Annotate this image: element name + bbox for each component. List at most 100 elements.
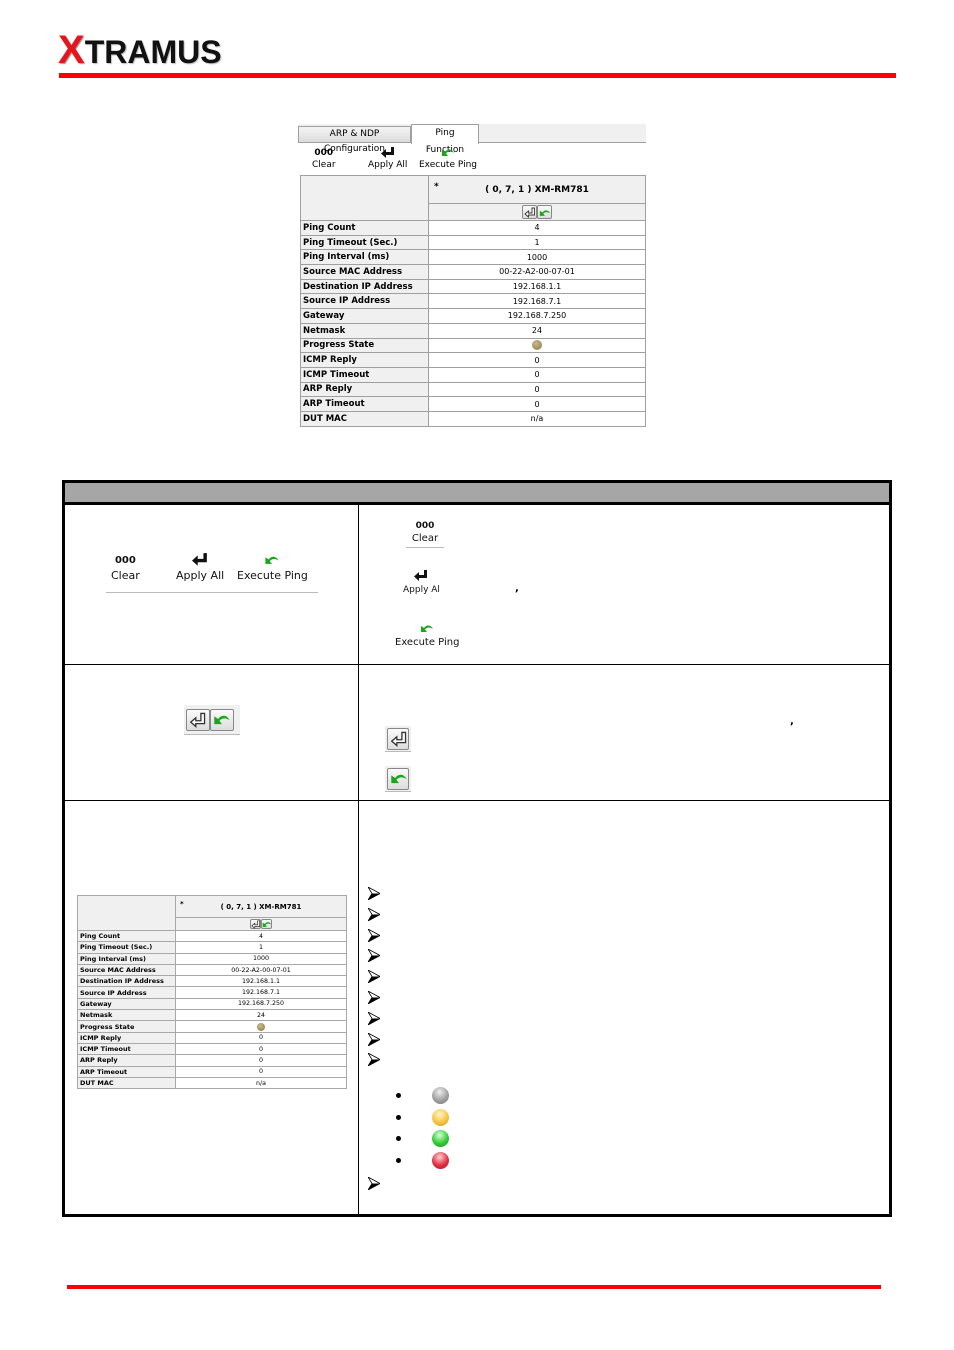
description-row-device-buttons: , — [65, 665, 889, 801]
apply-all-button[interactable]: Apply All — [368, 147, 407, 171]
row-value: 192.168.1.1 — [175, 975, 347, 988]
header-rule — [59, 73, 896, 78]
table-row: Gateway 192.168.7.250 — [300, 308, 646, 324]
tab-bar: ARP & NDP Configuration Ping Function — [298, 124, 646, 155]
logo-text: TRAMUS — [84, 34, 222, 70]
row-key: Destination IP Address — [300, 278, 429, 295]
footer-rule — [67, 1285, 881, 1289]
row-right-cell: 000 Clear Apply Al , Execute Ping — [360, 505, 889, 664]
apply-all-label: Apply Al — [403, 585, 440, 595]
table-row: Source IP Address 192.168.7.1 — [300, 293, 646, 310]
row-value: 0 — [175, 1065, 347, 1078]
execute-device-button[interactable] — [537, 205, 552, 219]
table-row: DUT MAC n/a — [300, 410, 646, 427]
description-row-toolbar: 000 Clear Apply All Execute Ping 000 Cle… — [65, 505, 889, 665]
clear-icon: 000 — [314, 148, 334, 158]
row-key: DUT MAC — [300, 410, 429, 427]
execute-ping-label: Execute Ping — [395, 637, 460, 648]
table-row: Source MAC Address 00-22-A2-00-07-01 — [77, 963, 347, 977]
table-row: Ping Count 4 — [300, 220, 646, 236]
source-mac-field[interactable]: 00-22-A2-00-07-01 — [428, 264, 646, 280]
row-key: ICMP Reply — [300, 352, 429, 368]
table-row: ICMP Reply 0 — [300, 352, 646, 368]
execute-ping-button[interactable]: Execute Ping — [419, 147, 477, 171]
apply-device-button[interactable] — [522, 205, 537, 219]
settings-table-illustration: * ( 0, 7, 1 ) XM-RM781 Ping Count 4 Ping… — [77, 895, 347, 1090]
apply-device-button[interactable] — [250, 919, 261, 929]
row-key: Ping Count — [300, 220, 429, 236]
row-left-cell — [65, 665, 359, 800]
progress-state-cell — [428, 337, 646, 354]
table-row: Destination IP Address 192.168.1.1 — [300, 278, 646, 295]
arrow-bullet-icon — [368, 990, 380, 1004]
green-status-ball-icon — [432, 1130, 449, 1147]
tab-arp-ndp-configuration[interactable]: ARP & NDP Configuration — [298, 126, 411, 154]
table-corner — [300, 175, 429, 221]
table-row: ICMP Timeout 0 — [77, 1042, 347, 1056]
row-value: 00-22-A2-00-07-01 — [175, 963, 347, 977]
ping-settings-table: * ( 0, 7, 1 ) XM-RM781 Ping Count 4 Ping … — [300, 175, 646, 427]
arrow-bullet-icon — [368, 970, 380, 984]
destination-ip-field[interactable]: 192.168.1.1 — [428, 278, 646, 295]
table-row: ARP Timeout 0 — [300, 396, 646, 412]
table-row: Ping Count 4 — [77, 929, 347, 943]
execute-ping-button[interactable]: Execute Ping — [395, 623, 459, 648]
execute-device-button[interactable] — [387, 768, 409, 790]
row-right-cell: , — [360, 665, 889, 800]
clear-button[interactable]: 000 Clear — [111, 553, 140, 582]
row-key: ARP Timeout — [300, 396, 429, 412]
table-row: ARP Timeout 0 — [77, 1065, 347, 1078]
bullet-dot — [396, 1093, 401, 1098]
execute-ping-label: Execute Ping — [237, 569, 308, 582]
device-star: * — [434, 182, 439, 192]
row-key: Gateway — [77, 997, 176, 1011]
source-ip-field[interactable]: 192.168.7.1 — [428, 293, 646, 310]
row-key: ARP Reply — [300, 381, 429, 398]
row-key: ICMP Timeout — [77, 1042, 176, 1056]
clear-label: Clear — [111, 569, 140, 582]
device-buttons — [428, 203, 646, 221]
arrow-bullet-icon — [368, 1032, 380, 1046]
row-value: 0 — [175, 1031, 347, 1044]
table-row: DUT MAC n/a — [77, 1076, 347, 1090]
arrow-bullet-icon — [368, 907, 380, 921]
green-undo-arrow-icon — [395, 623, 459, 637]
ping-timeout-field[interactable]: 1 — [428, 234, 646, 251]
row-left-cell: 000 Clear Apply All Execute Ping — [65, 505, 359, 664]
enter-arrow-icon — [403, 570, 440, 584]
row-key: ICMP Timeout — [300, 366, 429, 383]
apply-device-button[interactable] — [186, 709, 210, 731]
apply-all-button[interactable]: Apply Al — [403, 570, 440, 595]
ping-count-field[interactable]: 4 — [428, 220, 646, 236]
row-key: Source MAC Address — [77, 963, 176, 977]
icmp-timeout-value: 0 — [428, 366, 646, 383]
execute-device-button[interactable] — [261, 919, 272, 929]
gateway-field[interactable]: 192.168.7.250 — [428, 308, 646, 324]
bullet-dot — [396, 1136, 401, 1141]
row-key: Ping Count — [77, 929, 176, 943]
execute-ping-button[interactable]: Execute Ping — [237, 553, 308, 582]
execute-device-button[interactable] — [210, 709, 234, 731]
apply-device-button[interactable] — [387, 728, 409, 750]
device-name: ( 0, 7, 1 ) XM-RM781 — [485, 184, 589, 195]
clear-icon: 000 — [415, 521, 435, 531]
table-row: Destination IP Address 192.168.1.1 — [77, 975, 347, 988]
row-key: Ping Interval (ms) — [300, 249, 429, 266]
arrow-bullet-icon — [368, 1053, 380, 1067]
row-key: ICMP Reply — [77, 1031, 176, 1044]
device-name: ( 0, 7, 1 ) XM-RM781 — [220, 902, 302, 911]
clear-button[interactable]: 000 Clear — [406, 519, 444, 548]
toolbar: 000 Clear Apply All Execute Ping — [298, 143, 646, 175]
row-key: Netmask — [300, 322, 429, 339]
netmask-field[interactable]: 24 — [428, 322, 646, 339]
apply-all-button[interactable]: Apply All — [176, 553, 224, 582]
arrow-bullet-icon — [368, 887, 380, 900]
ping-interval-field[interactable]: 1000 — [428, 249, 646, 266]
table-row: Gateway 192.168.7.250 — [77, 997, 347, 1011]
table-row: ARP Reply 0 — [300, 381, 646, 398]
tab-ping-function[interactable]: Ping Function — [411, 124, 479, 155]
device-header: * ( 0, 7, 1 ) XM-RM781 — [428, 175, 646, 204]
row-key: Destination IP Address — [77, 975, 176, 988]
clear-button[interactable]: 000 Clear — [312, 147, 336, 171]
row-key: Ping Timeout (Sec.) — [77, 941, 176, 954]
